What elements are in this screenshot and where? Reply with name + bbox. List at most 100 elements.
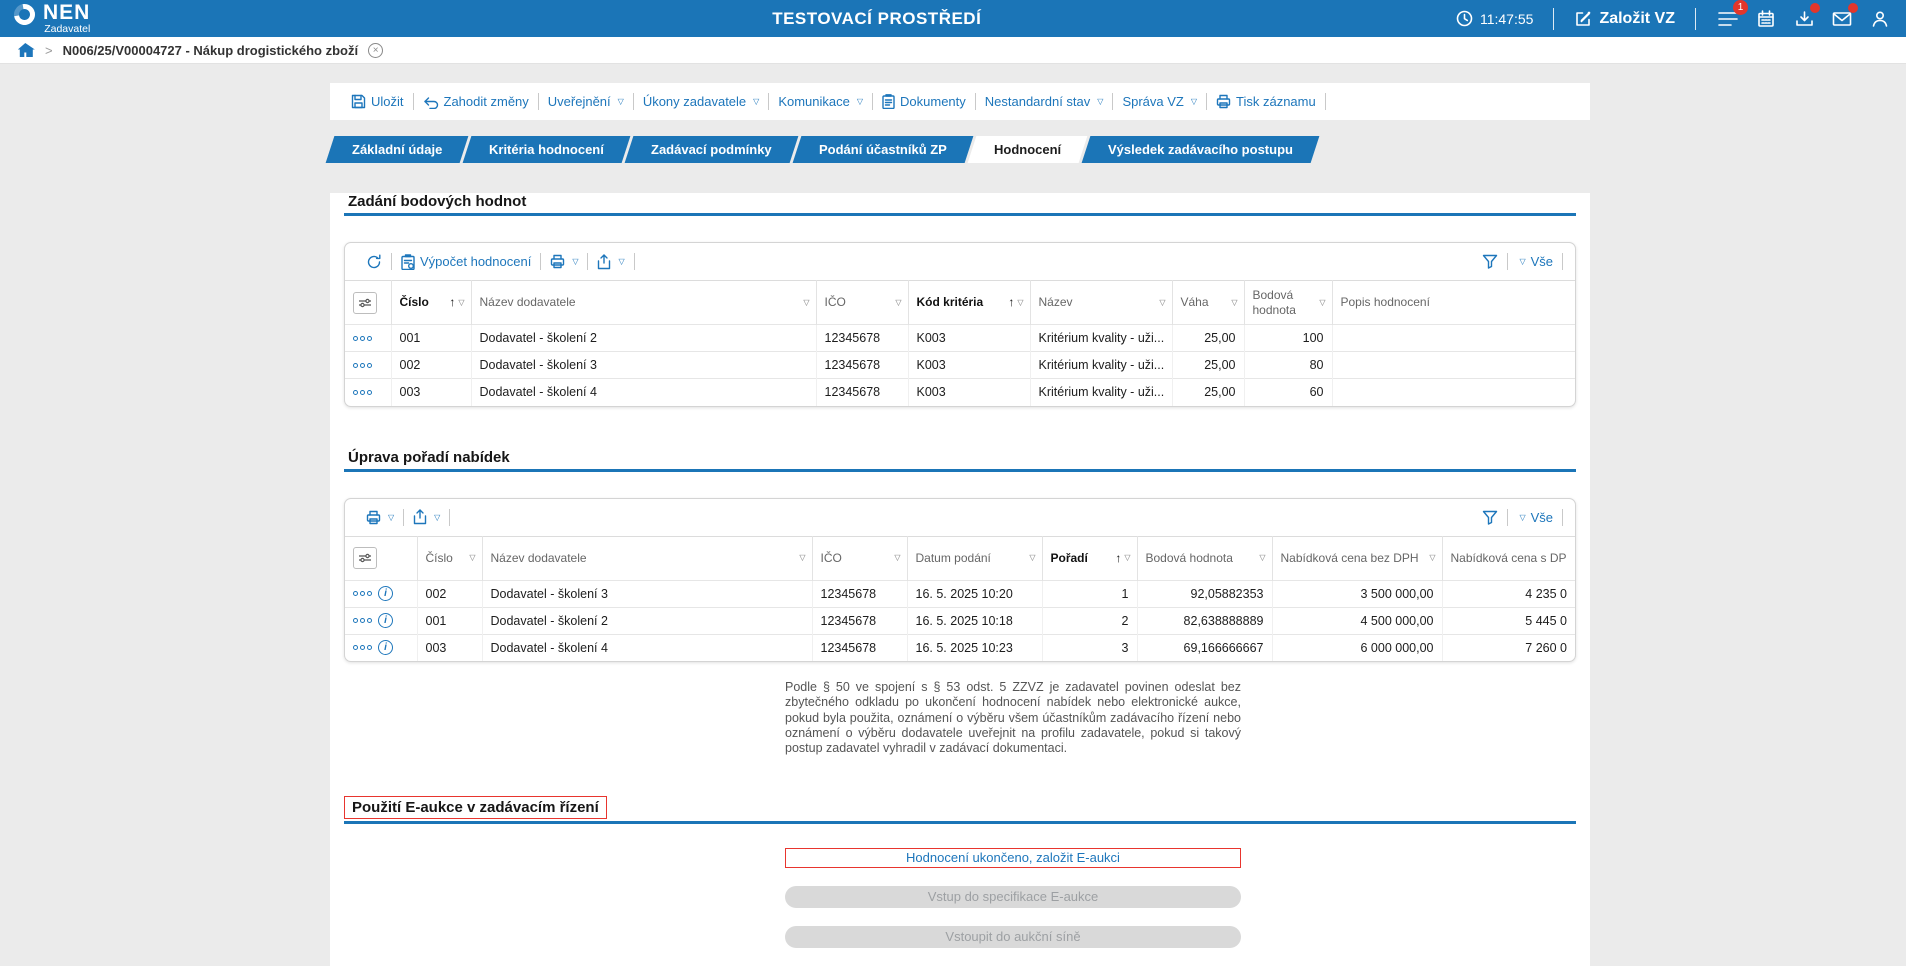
inbox-button[interactable] xyxy=(1792,7,1816,31)
section-title-highlighted: Použití E-aukce v zadávacím řízení xyxy=(344,796,607,819)
filter-dropdown-icon[interactable]: ▽ xyxy=(1259,553,1265,563)
save-button[interactable]: Uložit xyxy=(342,94,413,109)
clipboard-icon xyxy=(882,94,895,109)
vz-administration-menu[interactable]: Správa VZ ▽ xyxy=(1113,94,1206,109)
column-header-bodova-hodnota[interactable]: Bodová hodnota ▽ xyxy=(1137,536,1272,580)
refresh-button[interactable] xyxy=(357,254,391,270)
table-row[interactable]: i 003 Dodavatel - školení 4 12345678 16.… xyxy=(345,634,1575,661)
order-table: Číslo ▽ Název dodavatele ▽ IČO ▽ Datum p… xyxy=(345,536,1575,662)
row-menu-icon[interactable] xyxy=(353,645,372,650)
filter-dropdown-icon[interactable]: ▽ xyxy=(1429,553,1435,563)
column-header-cena-bez-dph[interactable]: Nabídková cena bez DPH ▽ xyxy=(1272,536,1442,580)
table-row[interactable]: 003 Dodavatel - školení 4 12345678 K003 … xyxy=(345,379,1575,406)
row-menu-icon[interactable] xyxy=(353,390,383,395)
calendar-button[interactable] xyxy=(1754,7,1778,31)
chevron-down-icon: ▽ xyxy=(857,97,863,106)
export-table-button[interactable]: ▽ xyxy=(404,509,449,525)
divider xyxy=(1695,8,1696,30)
tab-kriteria-hodnoceni[interactable]: Kritéria hodnocení xyxy=(463,136,631,163)
filter-all-dropdown[interactable]: ▽ Vše xyxy=(1508,510,1562,525)
tab-zadavaci-podminky[interactable]: Zadávací podmínky xyxy=(625,136,798,163)
chevron-down-icon: ▽ xyxy=(1097,97,1103,106)
filter-dropdown-icon[interactable]: ▽ xyxy=(1017,298,1023,308)
filter-all-dropdown[interactable]: ▽ Vše xyxy=(1508,254,1562,269)
filter-dropdown-icon[interactable]: ▽ xyxy=(1159,298,1165,308)
nen-logo[interactable]: NEN Zadavatel xyxy=(14,2,90,35)
section-title: Zadání bodových hodnot xyxy=(344,193,1576,213)
table-row[interactable]: i 001 Dodavatel - školení 2 12345678 16.… xyxy=(345,607,1575,634)
column-header-dodavatel[interactable]: Název dodavatele ▽ xyxy=(471,281,816,325)
filter-dropdown-icon[interactable]: ▽ xyxy=(458,298,464,308)
sort-asc-icon: ↑ xyxy=(1115,551,1121,566)
tab-vysledek[interactable]: Výsledek zadávacího postupu xyxy=(1081,136,1319,163)
info-icon[interactable]: i xyxy=(378,586,393,601)
filter-button[interactable] xyxy=(1473,254,1507,269)
filter-dropdown-icon[interactable]: ▽ xyxy=(469,553,475,563)
column-header-cislo[interactable]: Číslo ▽ xyxy=(417,536,482,580)
column-header-popis: Popis hodnocení xyxy=(1332,281,1575,325)
printer-icon xyxy=(1216,94,1231,109)
column-settings-button[interactable] xyxy=(353,547,377,569)
table-row[interactable]: 002 Dodavatel - školení 3 12345678 K003 … xyxy=(345,352,1575,379)
nonstandard-state-menu[interactable]: Nestandardní stav ▽ xyxy=(976,94,1113,109)
filter-dropdown-icon[interactable]: ▽ xyxy=(803,298,809,308)
breadcrumb-item[interactable]: N006/25/V00004727 - Nákup drogistického … xyxy=(63,43,359,58)
filter-dropdown-icon[interactable]: ▽ xyxy=(1319,298,1325,308)
close-record-icon[interactable]: × xyxy=(368,43,383,58)
publication-menu[interactable]: Uveřejnění ▽ xyxy=(539,94,633,109)
column-header-cislo[interactable]: Číslo ↑ ▽ xyxy=(391,281,471,325)
profile-button[interactable] xyxy=(1868,7,1892,31)
row-menu-icon[interactable] xyxy=(353,336,383,341)
discard-changes-button[interactable]: Zahodit změny xyxy=(414,94,538,109)
filter-dropdown-icon[interactable]: ▽ xyxy=(895,298,901,308)
row-menu-icon[interactable] xyxy=(353,363,383,368)
filter-dropdown-icon[interactable]: ▽ xyxy=(894,553,900,563)
enter-auction-room-button: Vstoupit do aukční síně xyxy=(785,926,1241,948)
tab-hodnoceni[interactable]: Hodnocení xyxy=(967,136,1087,163)
tab-podani-ucastniku[interactable]: Podání účastníků ZP xyxy=(792,136,973,163)
column-header-ico[interactable]: IČO ▽ xyxy=(812,536,907,580)
tab-zakladni-udaje[interactable]: Základní údaje xyxy=(326,136,469,163)
column-header-dodavatel[interactable]: Název dodavatele ▽ xyxy=(482,536,812,580)
communication-menu[interactable]: Komunikace ▽ xyxy=(769,94,872,109)
column-header-kod-kriteria[interactable]: Kód kritéria ↑ ▽ xyxy=(908,281,1030,325)
info-icon[interactable]: i xyxy=(378,613,393,628)
row-menu-icon[interactable] xyxy=(353,618,372,623)
mail-button[interactable] xyxy=(1830,7,1854,31)
scores-table: Číslo ↑ ▽ Název dodavatele ▽ IČO ▽ Kód k… xyxy=(345,280,1575,406)
clipboard-calc-icon xyxy=(401,254,415,270)
column-header-datum-podani[interactable]: Datum podání ▽ xyxy=(907,536,1042,580)
compute-evaluation-button[interactable]: Výpočet hodnocení xyxy=(392,254,540,270)
filter-dropdown-icon[interactable]: ▽ xyxy=(799,553,805,563)
column-header-nazev[interactable]: Název ▽ xyxy=(1030,281,1172,325)
column-header-poradi[interactable]: Pořadí ↑ ▽ xyxy=(1042,536,1137,580)
export-table-button[interactable]: ▽ xyxy=(588,254,633,270)
column-header-cena-s-dph[interactable]: Nabídková cena s DP xyxy=(1442,536,1575,580)
filter-dropdown-icon[interactable]: ▽ xyxy=(1124,553,1130,563)
divider xyxy=(634,253,635,270)
filter-dropdown-icon[interactable]: ▽ xyxy=(1231,298,1237,308)
column-header-bodova-hodnota[interactable]: Bodová hodnota ▽ xyxy=(1244,281,1332,325)
column-settings-button[interactable] xyxy=(353,292,377,314)
sort-asc-icon: ↑ xyxy=(449,295,455,310)
table-row[interactable]: i 002 Dodavatel - školení 3 12345678 16.… xyxy=(345,580,1575,607)
finish-evaluation-create-eauction-button[interactable]: Hodnocení ukončeno, založit E-aukci xyxy=(785,848,1241,868)
filter-button[interactable] xyxy=(1473,510,1507,525)
documents-button[interactable]: Dokumenty xyxy=(873,94,975,109)
home-icon[interactable] xyxy=(18,42,35,58)
info-icon[interactable]: i xyxy=(378,640,393,655)
create-vz-button[interactable]: Založit VZ xyxy=(1574,10,1675,28)
chevron-down-icon: ▽ xyxy=(388,513,394,522)
table-row[interactable]: 001 Dodavatel - školení 2 12345678 K003 … xyxy=(345,325,1575,352)
contracting-actions-menu[interactable]: Úkony zadavatele ▽ xyxy=(634,94,769,109)
sort-asc-icon: ↑ xyxy=(1008,295,1014,310)
filter-dropdown-icon[interactable]: ▽ xyxy=(1029,553,1035,563)
row-menu-icon[interactable] xyxy=(353,591,372,596)
print-table-button[interactable]: ▽ xyxy=(357,510,403,525)
column-header-ico[interactable]: IČO ▽ xyxy=(816,281,908,325)
column-header-vaha[interactable]: Váha ▽ xyxy=(1172,281,1244,325)
menu-button[interactable]: 1 xyxy=(1716,7,1740,31)
breadcrumb: > N006/25/V00004727 - Nákup drogistickéh… xyxy=(0,37,1906,64)
print-table-button[interactable]: ▽ xyxy=(541,254,587,269)
print-record-button[interactable]: Tisk záznamu xyxy=(1207,94,1325,109)
